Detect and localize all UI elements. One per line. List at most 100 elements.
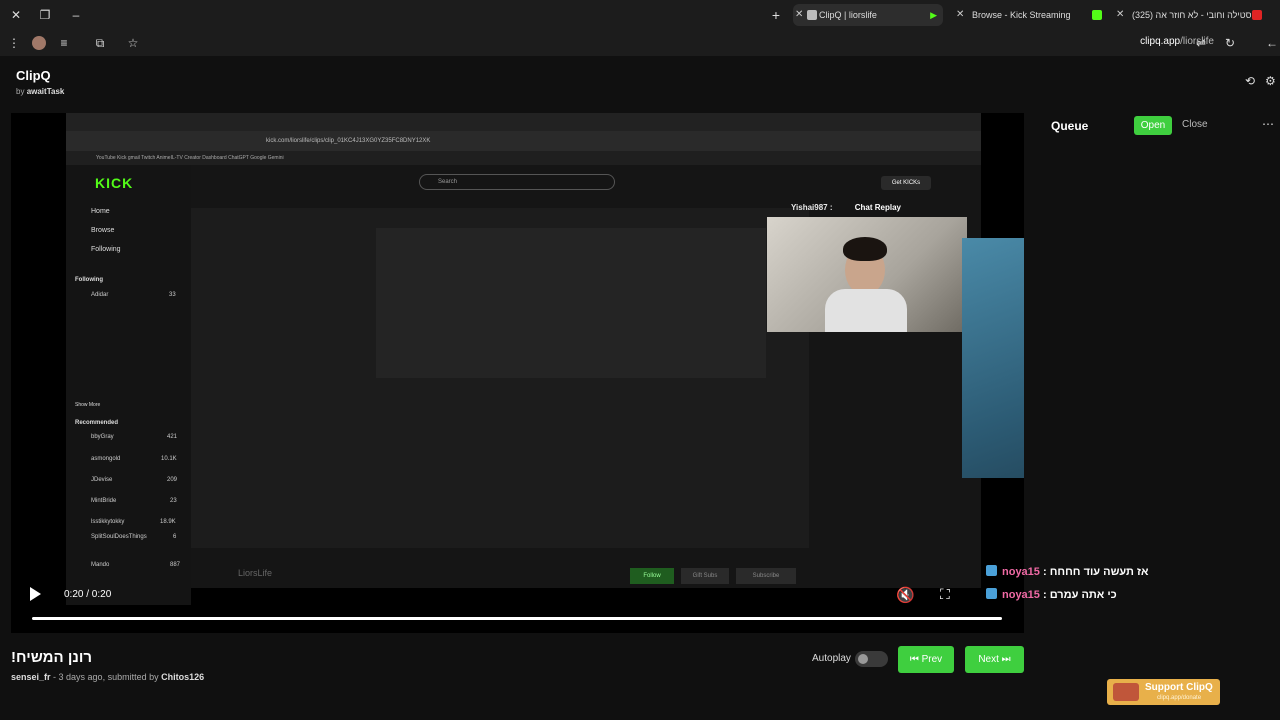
settings-icon[interactable]: ⚙ — [1265, 74, 1276, 88]
support-label: Support ClipQ — [1145, 682, 1213, 693]
fullscreen-icon[interactable]: ⛶ — [940, 586, 950, 603]
gift-subs-button: Gift Subs — [681, 568, 729, 584]
close-tab-icon[interactable]: ✕ — [956, 4, 968, 26]
channel-name: Adidar — [91, 292, 109, 298]
channel-count: 209 — [167, 477, 178, 483]
person-hair — [843, 237, 887, 261]
tab-youtube[interactable]: ✕ (325) סטילה וחובי - לא חוזר אה — [1112, 4, 1280, 26]
channel-count: 6 — [173, 534, 177, 540]
channel-name: bbyGray — [91, 434, 114, 440]
menu-dots-icon[interactable]: ⋮ — [6, 35, 22, 51]
more-options-icon[interactable]: ⋯ — [1262, 117, 1274, 131]
browser-toolbar: ⋮ ≡ ⧉ ☆ ⇌ ↻ ← — [0, 30, 1280, 56]
channel-count: 33 — [169, 292, 176, 298]
channel-count: 18.9K — [160, 519, 176, 525]
history-icon[interactable]: ⟲ — [1245, 74, 1255, 88]
url-path: /liorslife — [1180, 36, 1214, 47]
new-tab-icon[interactable]: + — [768, 7, 784, 23]
overlay-chat-message: noya15 : כי אתה עמרם — [986, 588, 1117, 601]
channel-name: Mando — [91, 562, 110, 568]
chat-replay-label: Chat Replay — [854, 203, 901, 212]
url-domain: clipq.app — [1140, 36, 1181, 47]
webcam-small — [767, 217, 967, 332]
tab-clipq[interactable]: ✕ ClipQ | liorslife ▶ — [793, 4, 943, 26]
channel-name: asmongold — [91, 456, 121, 462]
close-tab-icon[interactable]: ✕ — [1116, 4, 1128, 26]
clip-author[interactable]: sensei_fr — [11, 672, 51, 682]
app-title: ClipQ — [16, 68, 51, 83]
nav-following: Following — [91, 246, 121, 253]
support-button[interactable]: Support ClipQ clipq.app/donate — [1107, 679, 1220, 705]
chat-username: noya15 — [1002, 566, 1040, 578]
app-byline: by awaitTask — [16, 87, 64, 96]
subscribe-button: Subscribe — [736, 568, 796, 584]
inner-search: Search — [419, 174, 615, 190]
nav-browse: Browse — [91, 227, 115, 234]
tab-label: (325) סטילה וחובי - לא חוזר אה — [1132, 10, 1252, 20]
chat-text: אז תעשה עוד חחחח — [1049, 566, 1149, 578]
tab-label: ClipQ | liorslife — [819, 10, 877, 20]
clip-submitter[interactable]: Chitos126 — [161, 672, 204, 682]
channel-count: 10.1K — [161, 456, 177, 462]
back-icon[interactable]: ← — [1264, 35, 1280, 51]
chat-replay-header: Yishai987 : Chat Replay — [791, 203, 901, 212]
kick-logo: KICK — [95, 175, 134, 191]
clip-title: !רונן המשיח — [11, 649, 93, 666]
inner-bookmarks: YouTube Kick gmail Twitch AnimeIL-TV Cre… — [66, 151, 981, 165]
following-header: Following — [75, 277, 103, 283]
prev-label: Prev — [921, 654, 943, 665]
autoplay-toggle[interactable] — [855, 651, 888, 667]
overlay-chat-message: noya15 : אז תעשה עוד חחחח — [986, 565, 1149, 578]
tab-label: Browse - Kick Streaming — [972, 10, 1071, 20]
close-tab-icon[interactable]: ✕ — [795, 4, 807, 26]
chat-text: כי אתה עמרם — [1049, 589, 1117, 601]
autoplay-label: Autoplay — [812, 653, 851, 664]
queue-close-button[interactable]: Close — [1182, 119, 1208, 130]
youtube-favicon-icon — [1252, 10, 1262, 20]
support-sub: clipq.app/donate — [1157, 695, 1202, 701]
chat-badge-icon — [986, 588, 997, 599]
window-restore-icon[interactable]: ❐ — [37, 7, 53, 23]
address-bar[interactable]: clipq.app/liorslife — [1140, 36, 1214, 47]
window-close-icon[interactable]: ✕ — [8, 7, 24, 23]
channel-name: MintBride — [91, 498, 117, 504]
queue-title: Queue — [1051, 119, 1089, 133]
clip-meta: sensei_fr - 3 days ago, submitted by Chi… — [11, 672, 204, 682]
channel-name: JDevise — [91, 477, 113, 483]
kick-favicon-icon — [1092, 10, 1102, 20]
tab-search-icon[interactable]: ≡ — [56, 35, 72, 51]
profile-avatar[interactable] — [32, 36, 46, 50]
video-progress-bar[interactable] — [32, 617, 1002, 620]
support-icon — [1113, 683, 1139, 701]
video-time: 0:20 / 0:20 — [64, 589, 112, 600]
next-button[interactable]: Next ⏭ — [965, 646, 1024, 673]
video-player[interactable]: kick.com/liorslife/clips/clip_01KC4J13XG… — [11, 113, 1024, 633]
nested-search-panel — [376, 228, 766, 378]
channel-count: 23 — [170, 498, 177, 504]
prev-button[interactable]: ⏮ Prev — [898, 646, 954, 673]
show-more: Show More — [75, 402, 101, 408]
browser-tab-bar: ✕ ❐ – + ✕ ClipQ | liorslife ▶ ✕ Browse -… — [0, 0, 1280, 30]
prev-icon: ⏮ — [909, 654, 922, 665]
chat-replay-user: Yishai987 : — [791, 203, 833, 212]
person-shirt — [825, 289, 907, 332]
next-icon: ⏭ — [998, 654, 1011, 665]
follow-button: Follow — [630, 568, 674, 584]
channel-count: 887 — [170, 562, 181, 568]
byline-author[interactable]: awaitTask — [27, 87, 65, 96]
clipq-favicon-icon — [807, 10, 817, 20]
extensions-icon[interactable]: ⧉ — [92, 35, 108, 51]
queue-open-button[interactable]: Open — [1134, 116, 1172, 135]
channel-name: lsstikkytokky — [91, 519, 125, 525]
byline-prefix: by — [16, 87, 25, 96]
reload-icon[interactable]: ↻ — [1222, 35, 1238, 51]
clip-age: - 3 days ago, submitted by — [50, 672, 162, 682]
window-minimize-icon[interactable]: – — [68, 7, 84, 23]
play-button[interactable] — [30, 587, 41, 601]
chat-badge-icon — [986, 565, 997, 576]
channel-name: SplitSoulDoesThings — [91, 534, 147, 540]
mute-icon[interactable]: 🔇 — [896, 586, 915, 604]
tab-kick-browse[interactable]: ✕ Browse - Kick Streaming — [952, 4, 1102, 26]
bookmark-star-icon[interactable]: ☆ — [125, 35, 141, 51]
video-screen-content: kick.com/liorslife/clips/clip_01KC4J13XG… — [66, 113, 981, 605]
